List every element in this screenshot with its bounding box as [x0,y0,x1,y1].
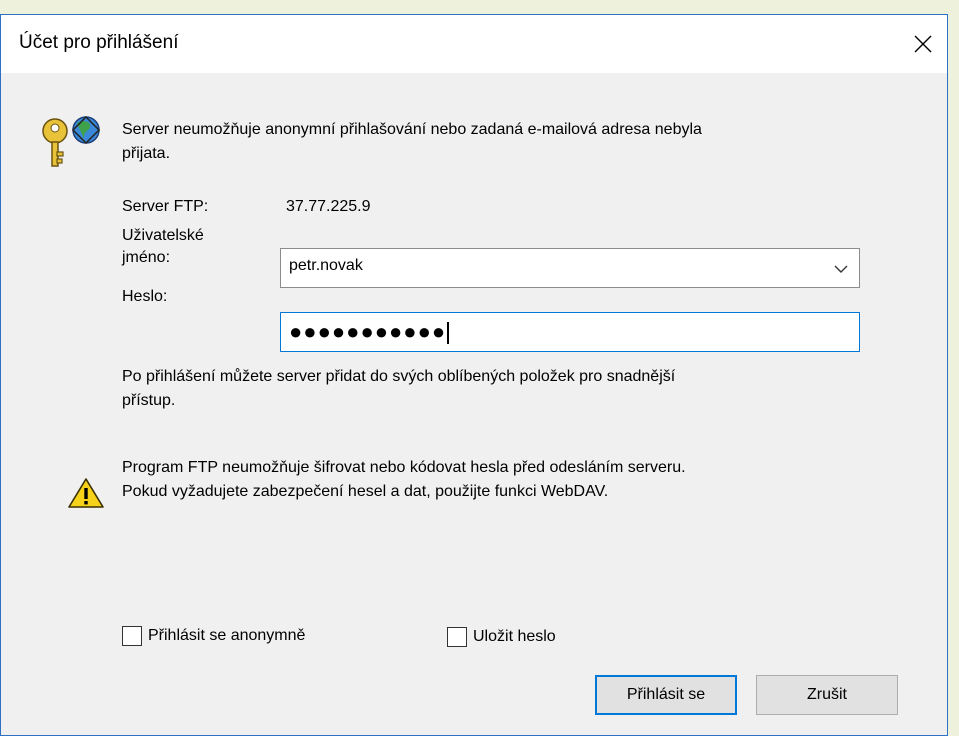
keys-globe-icon [42,115,101,167]
login-dialog: Účet pro přihlášení Server neumožňuje an… [0,14,948,736]
anonymous-label[interactable]: Přihlásit se anonymně [148,624,305,648]
password-masked-value: ●●●●●●●●●●● [289,317,450,347]
server-label: Server FTP: [122,198,209,215]
save-password-label[interactable]: Uložit heslo [473,625,556,649]
warning-message-line2: Pokud vyžadujete zabezpečení hesel a dat… [122,483,609,500]
error-message-line2: přijata. [122,145,171,162]
error-message-line1: Server neumožňuje anonymní přihlašování … [122,121,702,138]
chevron-down-icon[interactable] [833,261,849,277]
text-caret [447,322,450,345]
favorites-message-line2: přístup. [122,392,176,409]
save-password-checkbox[interactable] [447,627,467,647]
title-bar: Účet pro přihlášení [1,15,947,73]
warning-message-line1: Program FTP neumožňuje šifrovat nebo kód… [122,459,686,476]
cancel-button[interactable]: Zrušit [756,675,898,715]
server-value: 37.77.225.9 [286,198,371,215]
username-combobox[interactable]: petr.novak [280,248,860,288]
username-value: petr.novak [289,257,363,274]
close-icon [914,35,932,53]
password-input[interactable]: ●●●●●●●●●●● [280,312,860,352]
password-label: Heslo: [122,288,168,305]
login-button[interactable]: Přihlásit se [595,675,737,715]
warning-icon [68,478,104,508]
close-button[interactable] [899,15,947,73]
username-label-line1: Uživatelské [122,227,204,244]
anonymous-checkbox[interactable] [122,626,142,646]
favorites-message-line1: Po přihlášení můžete server přidat do sv… [122,368,676,385]
username-label-line2: jméno: [122,249,171,266]
dialog-title: Účet pro přihlášení [19,32,179,53]
